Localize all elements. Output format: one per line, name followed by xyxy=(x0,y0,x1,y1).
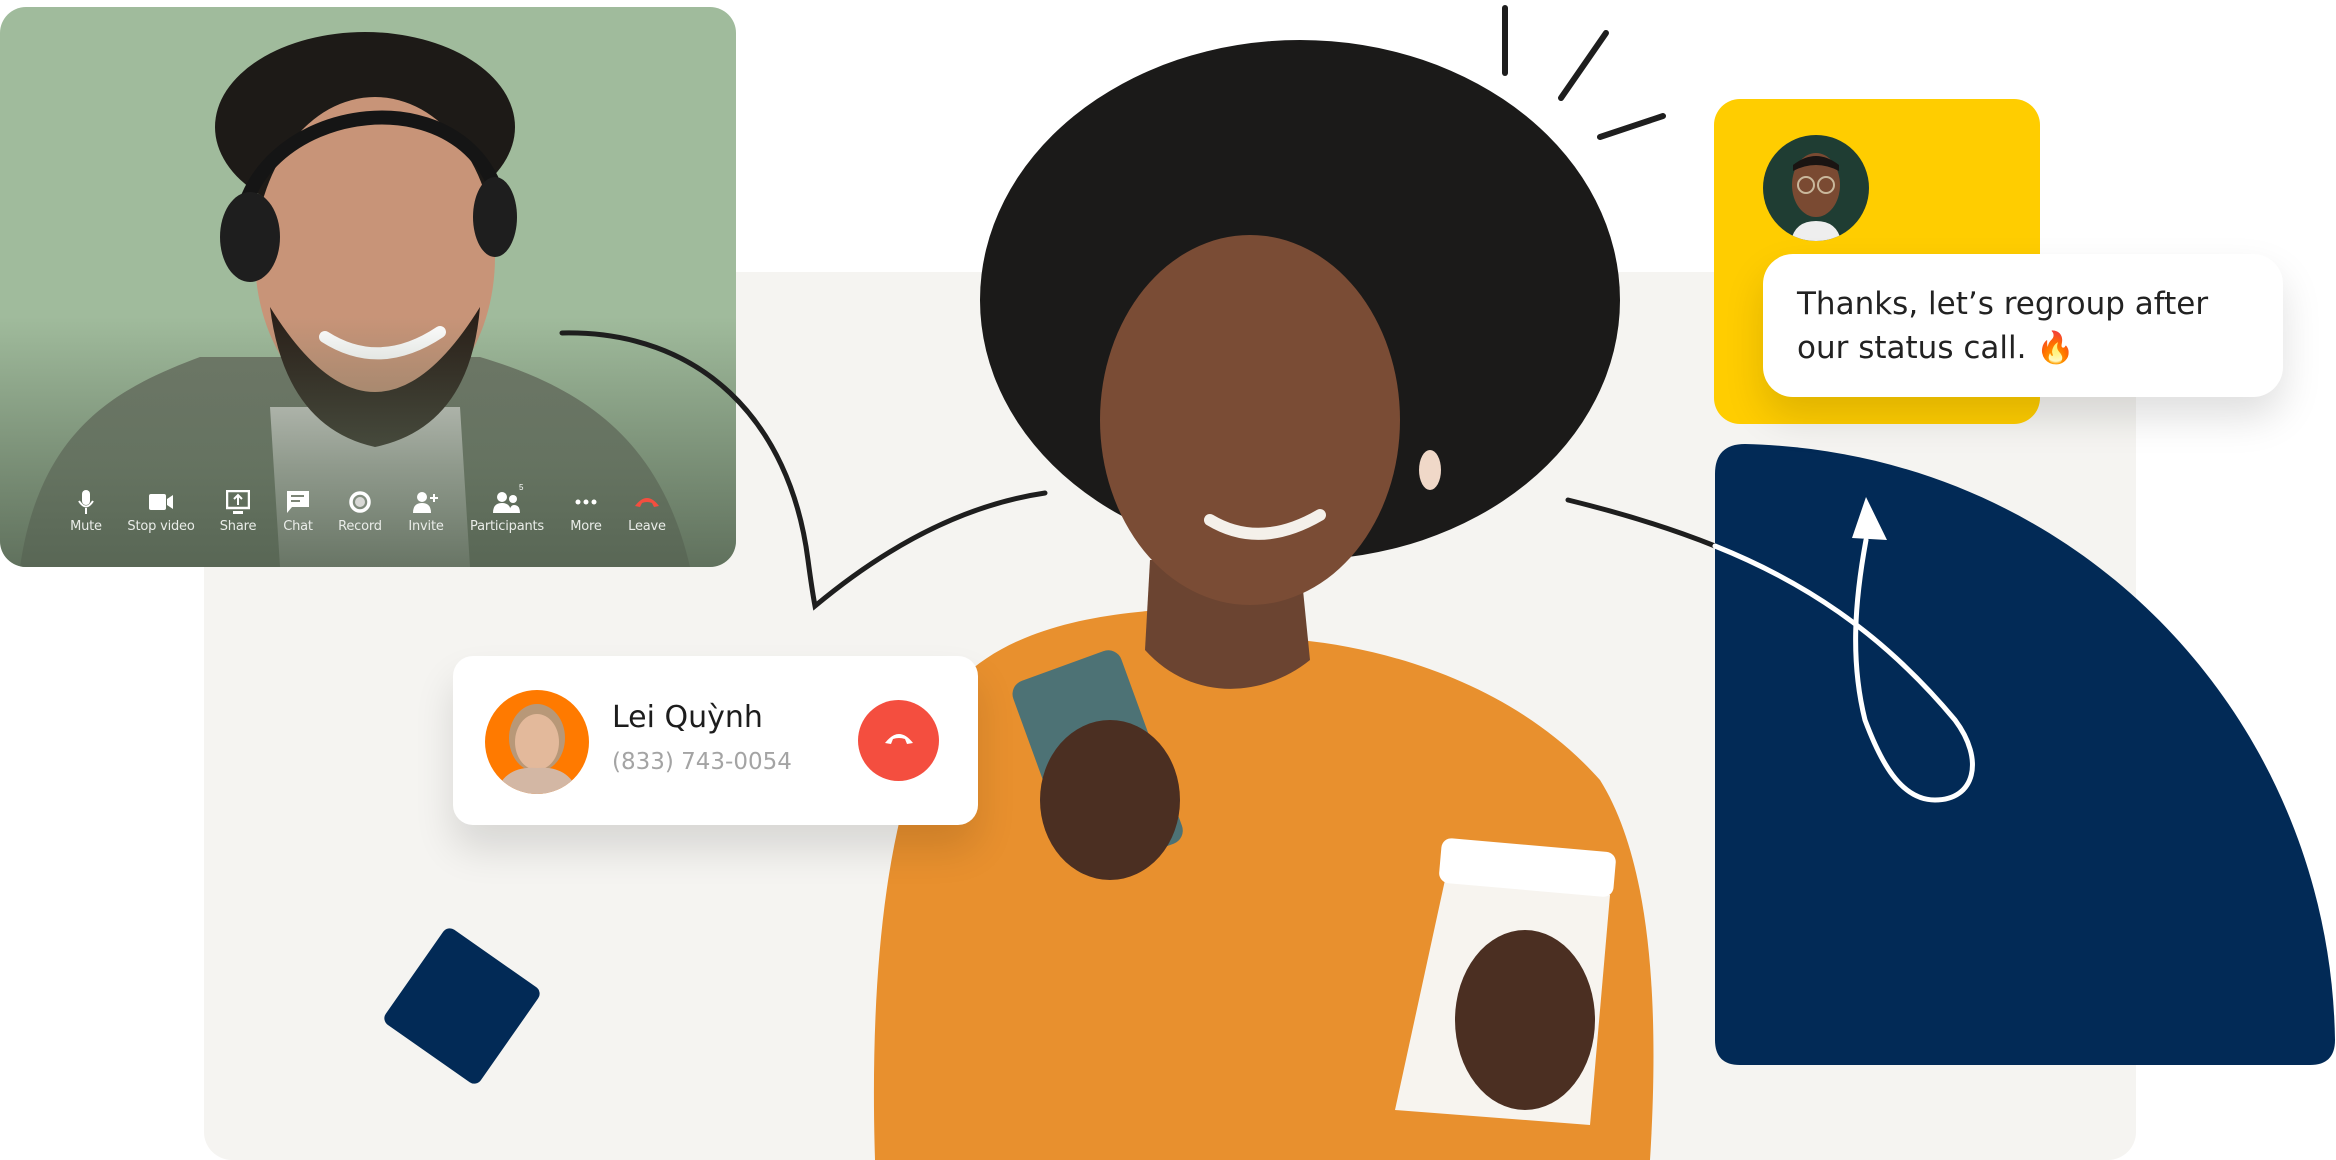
chat-message-bubble: Thanks, let’s regroup after our status c… xyxy=(1763,254,2283,397)
spark-line-2 xyxy=(1558,30,1609,101)
connector-curve-left xyxy=(559,330,1048,611)
connector-curve-right-dark xyxy=(1565,497,1718,549)
end-call-button[interactable] xyxy=(858,700,939,781)
connector-loop-white xyxy=(1712,537,1975,803)
arrow-head xyxy=(1852,497,1887,540)
message-text: Thanks, let’s regroup after our status c… xyxy=(1797,286,2209,366)
sender-avatar xyxy=(1763,135,1869,241)
active-call-card: Lei Quỳnh (833) 743-0054 xyxy=(453,656,978,825)
spark-line-3 xyxy=(1597,113,1666,140)
caller-avatar xyxy=(485,690,589,794)
caller-phone-number: (833) 743-0054 xyxy=(612,749,792,775)
caller-name: Lei Quỳnh xyxy=(612,700,763,735)
hang-up-icon xyxy=(884,731,914,750)
